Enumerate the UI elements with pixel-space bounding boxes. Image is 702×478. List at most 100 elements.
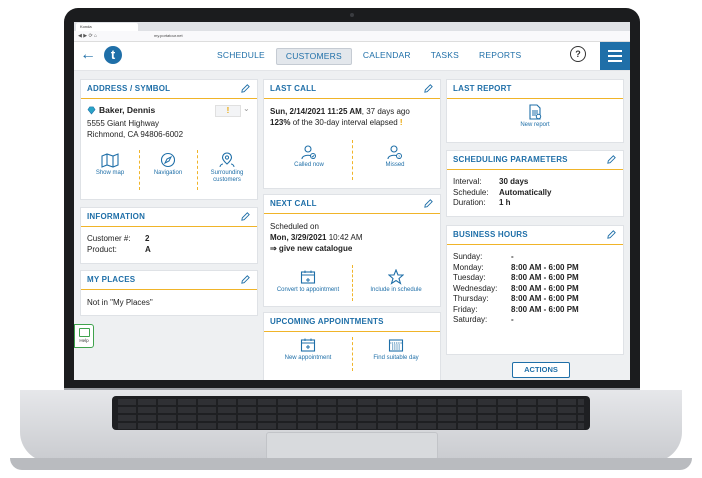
divider (139, 150, 140, 190)
app-logo: t (104, 46, 122, 64)
help-float-label: Help (79, 338, 89, 343)
card-title: SCHEDULING PARAMETERS (447, 151, 623, 170)
last-report-card: LAST REPORT New report (446, 79, 624, 143)
app-header: ← t SCHEDULE CUSTOMERS CALENDAR TASKS RE… (74, 42, 630, 71)
edit-pencil-icon[interactable] (240, 211, 251, 222)
new-appointment-button[interactable]: New appointment (266, 337, 350, 362)
address-card: ADDRESS / SYMBOL Baker, Dennis ! ⌄ 5555 … (80, 79, 258, 200)
url-field[interactable]: my.portatour.net (154, 32, 183, 40)
next-call-date: Mon, 3/29/2021 10:42 AM (270, 233, 363, 242)
city-address: Richmond, CA 94806-6002 (87, 130, 184, 139)
nav-customers[interactable]: CUSTOMERS (275, 48, 352, 65)
edit-pencil-icon[interactable] (606, 154, 617, 165)
calendar-icon (300, 270, 316, 284)
navigation-button[interactable]: Navigation (141, 152, 195, 177)
card-title: NEXT CALL (264, 195, 440, 214)
street-address: 5555 Giant Highway (87, 119, 160, 128)
help-float-button[interactable]: Help (74, 324, 94, 348)
hours-row: Sunday: - (453, 252, 514, 261)
edit-pencil-icon[interactable] (240, 83, 251, 94)
hours-row: Friday: 8:00 AM - 6:00 PM (453, 304, 579, 314)
actions-button[interactable]: ACTIONS (512, 362, 570, 378)
chevron-down-icon[interactable]: ⌄ (243, 104, 250, 113)
divider (197, 150, 198, 190)
info-row: Product: A (87, 244, 151, 254)
edit-pencil-icon[interactable] (423, 198, 434, 209)
scheduling-row: Interval: 30 days (453, 177, 529, 186)
app-display: Konda ◀ ▶ ⟳ ⌂ my.portatour.net ← t SCHED… (74, 22, 630, 380)
scheduled-label: Scheduled on (270, 222, 319, 231)
location-people-icon (219, 152, 235, 168)
browser-tab[interactable]: Konda (76, 23, 138, 31)
priority-badge[interactable]: ! (215, 105, 241, 117)
divider (352, 140, 353, 180)
convert-to-appointment-button[interactable]: Convert to appointment (266, 269, 350, 294)
last-call-date-line: Sun, 2/14/2021 11:25 AM, 37 days ago (270, 107, 410, 116)
nav-reports[interactable]: REPORTS (470, 48, 530, 65)
info-row: Customer #: 2 (87, 234, 150, 243)
card-title: INFORMATION (81, 208, 257, 227)
places-text: Not in "My Places" (87, 298, 153, 307)
back-arrow-icon[interactable]: ← (80, 46, 96, 64)
help-icon[interactable]: ? (570, 46, 586, 62)
person-question-icon: ? (387, 145, 402, 160)
browser-tabbar: Konda (74, 22, 630, 31)
laptop-base-lip (10, 458, 692, 470)
upcoming-card: UPCOMING APPOINTMENTS New appointment Fi… (263, 312, 441, 380)
scheduling-row: Schedule: Automatically (453, 187, 552, 197)
map-icon (101, 153, 119, 168)
missed-button[interactable]: ? Missed (356, 144, 434, 169)
surrounding-customers-label: Surrounding customers (210, 170, 244, 183)
card-title: ADDRESS / SYMBOL (81, 80, 257, 99)
hamburger-menu-icon[interactable] (600, 42, 630, 70)
hours-row: Tuesday: 8:00 AM - 6:00 PM (453, 273, 579, 282)
browser-nav-icons[interactable]: ◀ ▶ ⟳ ⌂ (78, 31, 97, 41)
browser-urlbar: ◀ ▶ ⟳ ⌂ my.portatour.net (74, 31, 630, 42)
laptop-keyboard (112, 396, 590, 430)
show-map-label: Show map (95, 170, 125, 176)
include-label: Include in schedule (370, 287, 422, 293)
calendar-plus-icon (300, 338, 316, 352)
next-call-note: ⇒ give new catalogue (270, 244, 353, 253)
divider (352, 337, 353, 371)
hours-row: Monday: 8:00 AM - 6:00 PM (453, 262, 579, 272)
edit-pencil-icon[interactable] (423, 83, 434, 94)
scheduling-card: SCHEDULING PARAMETERS Interval: 30 days S… (446, 150, 624, 217)
laptop-trackpad (266, 432, 438, 460)
divider (352, 265, 353, 301)
interval-line: 123% of the 30-day interval elapsed ! (270, 118, 403, 127)
called-now-label: Called now (294, 162, 324, 168)
navigation-label: Navigation (153, 170, 183, 176)
scheduling-row: Duration: 1 h (453, 198, 511, 207)
include-in-schedule-button[interactable]: Include in schedule (354, 269, 438, 294)
card-title: LAST REPORT (447, 80, 623, 99)
edit-pencil-icon[interactable] (606, 229, 617, 240)
nav-calendar[interactable]: CALENDAR (354, 48, 420, 65)
report-icon (529, 104, 542, 120)
card-title: BUSINESS HOURS (447, 226, 623, 245)
main-nav: SCHEDULE CUSTOMERS CALENDAR TASKS REPORT… (208, 48, 530, 65)
find-day-label: Find suitable day (373, 355, 419, 361)
find-suitable-day-button[interactable]: Find suitable day (354, 337, 438, 362)
hours-row: Saturday: - (453, 315, 514, 324)
information-card: INFORMATION Customer #: 2 Product: A (80, 207, 258, 264)
compass-icon (160, 152, 176, 168)
camera-icon (350, 13, 354, 17)
show-map-button[interactable]: Show map (83, 152, 137, 177)
nav-schedule[interactable]: SCHEDULE (208, 48, 274, 65)
missed-label: Missed (385, 162, 405, 168)
next-call-card: NEXT CALL Scheduled on Mon, 3/29/2021 10… (263, 194, 441, 307)
card-title: UPCOMING APPOINTMENTS (264, 313, 440, 332)
diamond-icon (87, 106, 96, 115)
surrounding-customers-button[interactable]: Surrounding customers (199, 152, 255, 184)
laptop-screen: Konda ◀ ▶ ⟳ ⌂ my.portatour.net ← t SCHED… (64, 8, 640, 392)
card-title: MY PLACES (81, 271, 257, 290)
edit-pencil-icon[interactable] (240, 274, 251, 285)
nav-tasks[interactable]: TASKS (422, 48, 468, 65)
customer-name: Baker, Dennis (99, 105, 156, 115)
star-plus-icon (388, 269, 404, 285)
convert-label: Convert to appointment (276, 287, 340, 293)
new-report-button[interactable]: New report (495, 104, 575, 129)
card-title: LAST CALL (264, 80, 440, 99)
called-now-button[interactable]: Called now (270, 144, 348, 169)
